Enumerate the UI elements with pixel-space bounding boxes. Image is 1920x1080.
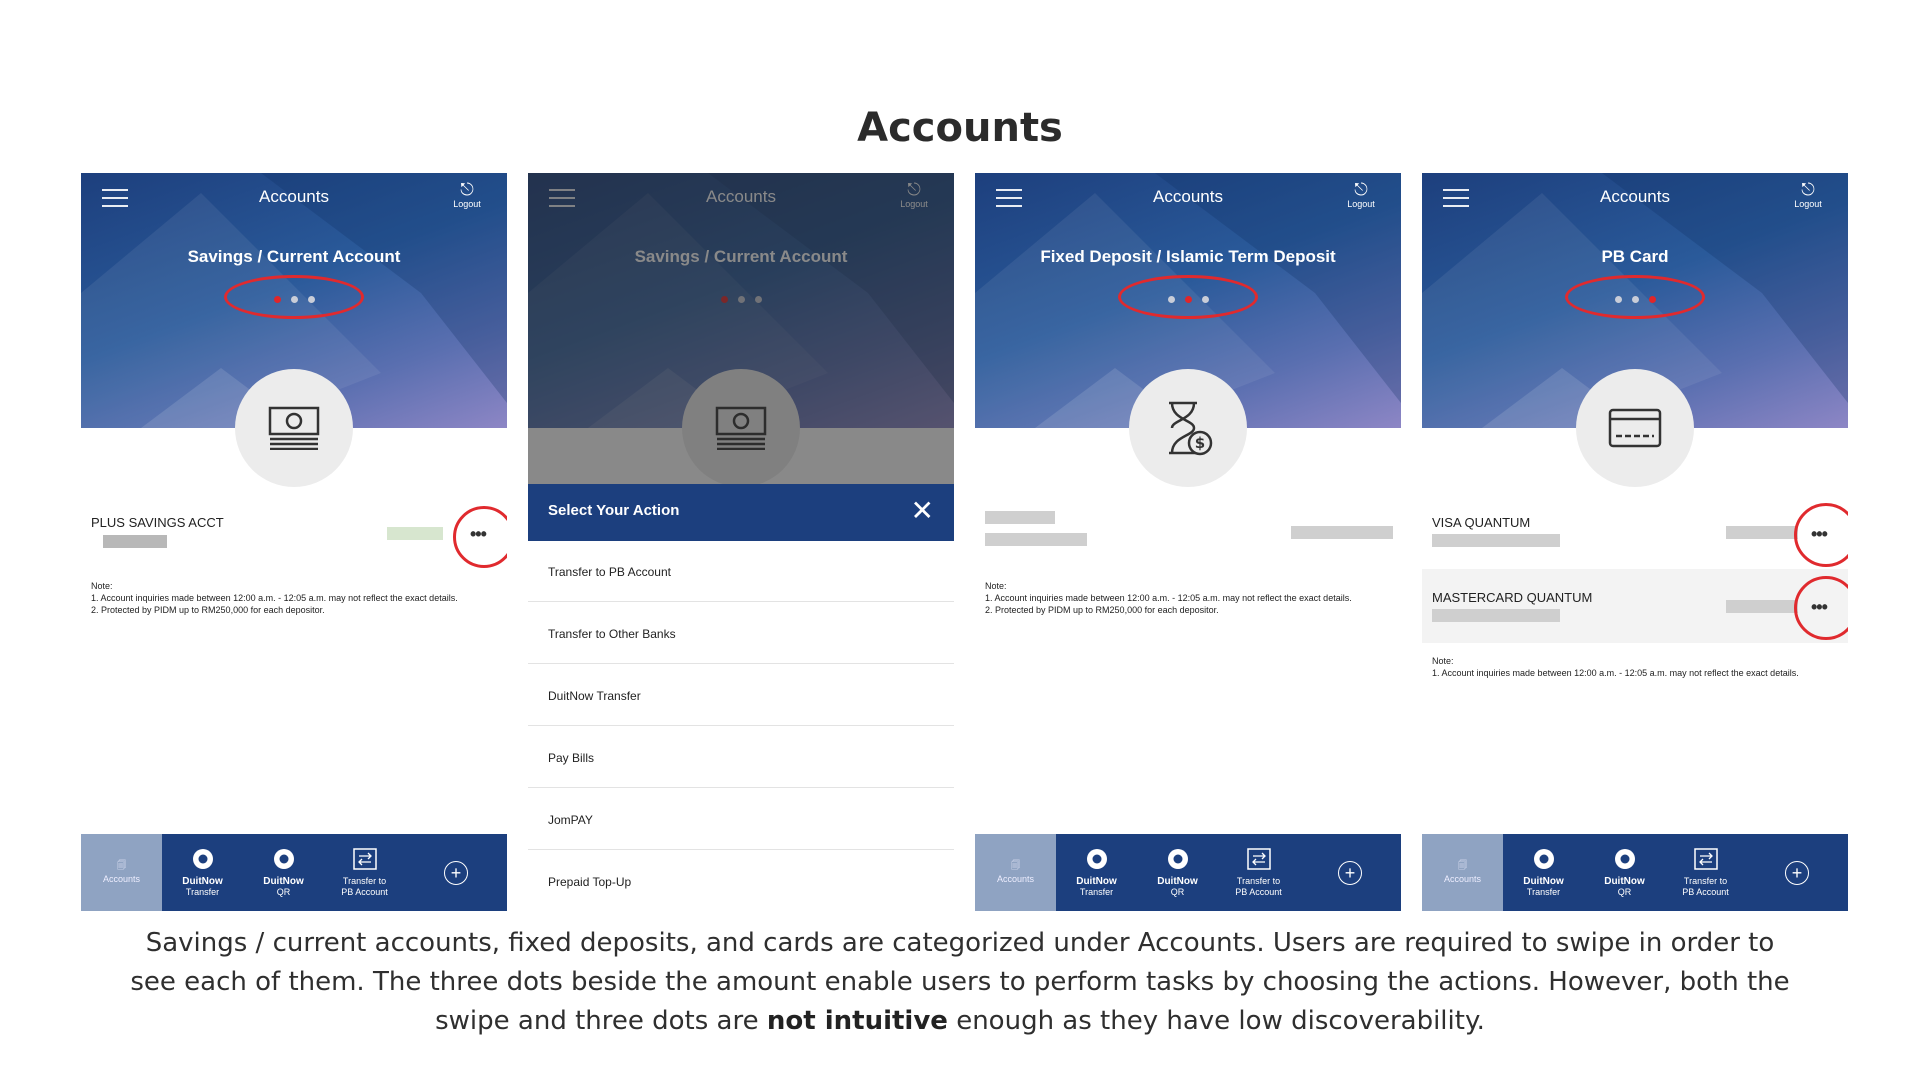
logout-icon: ⎋ — [460, 180, 474, 199]
plus-icon: + — [444, 860, 468, 885]
phone-screen-fixed-deposit: Accounts ⎋ Logout Fixed Deposit / Islamic… — [975, 173, 1401, 911]
account-type-title: PB Card — [1601, 247, 1669, 266]
masked-balance — [1291, 526, 1393, 539]
caption-emphasis: not intuitive — [766, 1006, 948, 1036]
nav-duitnow-qr[interactable]: DuitNow QR — [1584, 834, 1665, 911]
svg-text:$: $ — [1195, 434, 1205, 452]
nav-accounts[interactable]: 🗐 Accounts — [1422, 834, 1503, 911]
card-name: VISA QUANTUM — [1432, 515, 1531, 530]
nav-duitnow-qr[interactable]: DuitNow QR — [243, 834, 324, 911]
nav-duitnow-qr[interactable]: DuitNow QR — [1137, 834, 1218, 911]
header-title: Accounts — [1153, 187, 1223, 206]
phone-screen-action-sheet: Accounts ⎋Logout Savings / Current Accou… — [528, 173, 954, 911]
account-type-title: Savings / Current Account — [187, 247, 401, 266]
duitnow-icon — [1086, 848, 1108, 873]
nav-transfer-pb[interactable]: Transfer to PB Account — [1218, 834, 1299, 911]
duitnow-icon — [273, 848, 295, 873]
nav-accounts[interactable]: 🗐 Accounts — [81, 834, 162, 911]
duitnow-icon — [192, 848, 214, 873]
masked-balance — [1726, 600, 1798, 613]
highlight-ring — [1565, 275, 1705, 319]
divider — [528, 725, 954, 726]
nav-more[interactable]: + — [1299, 834, 1401, 911]
nav-duitnow-transfer[interactable]: DuitNow Transfer — [1503, 834, 1584, 911]
documents-icon: 🗐 — [1011, 860, 1020, 870]
cash-icon — [235, 369, 353, 487]
divider — [528, 849, 954, 850]
nav-transfer-pb[interactable]: Transfer to PB Account — [1665, 834, 1746, 911]
highlight-ring — [224, 275, 364, 319]
nav-transfer-pb[interactable]: Transfer to PB Account — [324, 834, 405, 911]
plus-icon: + — [1785, 860, 1809, 885]
duitnow-icon — [1533, 848, 1555, 873]
action-item[interactable]: Pay Bills — [548, 751, 594, 765]
masked-account-name — [985, 511, 1055, 524]
documents-icon: 🗐 — [1458, 860, 1467, 870]
account-type-title: Fixed Deposit / Islamic Term Deposit — [1040, 247, 1336, 266]
logout-icon: ⎋ — [1801, 180, 1815, 199]
logout-icon: ⎋ — [1354, 180, 1368, 199]
card-name: MASTERCARD QUANTUM — [1432, 590, 1593, 605]
masked-balance — [387, 527, 443, 540]
slide-caption: Savings / current accounts, fixed deposi… — [130, 928, 1790, 1036]
duitnow-icon — [1167, 848, 1189, 873]
nav-duitnow-transfer[interactable]: DuitNow Transfer — [162, 834, 243, 911]
action-item[interactable]: Prepaid Top-Up — [548, 875, 631, 889]
phone-screen-savings: Accounts ⎋ Logout Savings / Current Accou… — [81, 173, 507, 911]
transfer-icon — [1693, 847, 1718, 873]
masked-card-number — [1432, 534, 1560, 547]
logout-button[interactable]: ⎋Logout — [1788, 180, 1828, 210]
bottom-navigation: 🗐 Accounts DuitNow Transfer DuitNow QR Tran… — [1422, 834, 1848, 911]
action-item[interactable]: Transfer to Other Banks — [548, 627, 676, 641]
masked-account-number — [985, 533, 1087, 546]
nav-more[interactable]: + — [405, 834, 507, 911]
note-text: Note: 1. Account inquiries made between … — [985, 581, 1352, 615]
close-icon[interactable]: ✕ — [911, 496, 934, 526]
divider — [528, 787, 954, 788]
divider — [528, 663, 954, 664]
phone-screen-pb-card: Accounts ⎋ Logout PB Card VISA QUANTUM ••… — [1422, 173, 1848, 911]
action-sheet-header: Select Your Action ✕ — [528, 484, 954, 541]
action-item[interactable]: Transfer to PB Account — [548, 565, 671, 579]
masked-card-number — [1432, 609, 1560, 622]
divider — [528, 601, 954, 602]
slide-title: Accounts — [857, 105, 1063, 151]
documents-icon: 🗐 — [117, 860, 126, 870]
highlight-ring — [1794, 503, 1848, 567]
header-title: Accounts — [1600, 187, 1670, 206]
bottom-navigation: 🗐 Accounts DuitNow Transfer DuitNow QR Tran… — [975, 834, 1401, 911]
logout-button[interactable]: ⎋Logout — [1341, 180, 1381, 210]
nav-duitnow-transfer[interactable]: DuitNow Transfer — [1056, 834, 1137, 911]
hourglass-dollar-icon: $ — [1129, 369, 1247, 487]
masked-balance — [1726, 526, 1798, 539]
header-title: Accounts — [259, 187, 329, 206]
nav-more[interactable]: + — [1746, 834, 1848, 911]
logout-button[interactable]: ⎋Logout — [447, 180, 487, 210]
transfer-icon — [1246, 847, 1271, 873]
transfer-icon — [352, 847, 377, 873]
duitnow-icon — [1614, 848, 1636, 873]
highlight-ring — [453, 506, 507, 568]
action-sheet-title: Select Your Action — [548, 502, 680, 519]
masked-account-number — [103, 535, 167, 548]
nav-accounts[interactable]: 🗐 Accounts — [975, 834, 1056, 911]
highlight-ring — [1118, 275, 1258, 319]
credit-card-icon — [1576, 369, 1694, 487]
action-item[interactable]: DuitNow Transfer — [548, 689, 641, 703]
note-text: Note: 1. Account inquiries made between … — [91, 581, 458, 615]
account-name: PLUS SAVINGS ACCT — [91, 515, 224, 530]
modal-backdrop[interactable] — [528, 173, 954, 484]
note-text: Note: 1. Account inquiries made between … — [1432, 656, 1799, 678]
plus-icon: + — [1338, 860, 1362, 885]
action-item[interactable]: JomPAY — [548, 813, 593, 827]
bottom-navigation: 🗐 Accounts DuitNow Transfer DuitNow QR Tran… — [81, 834, 507, 911]
